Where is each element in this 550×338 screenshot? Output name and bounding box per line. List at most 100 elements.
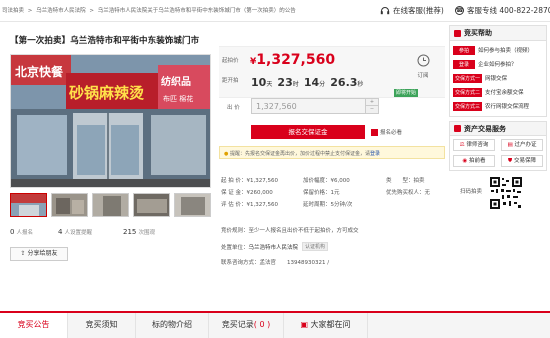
service-label: 过户办证: [514, 142, 537, 148]
param-key: 起 拍 价：: [221, 178, 247, 184]
notice-text: 提醒：先报名交保证金再出价，加价过程中禁止支付保证金，请: [229, 151, 370, 157]
param-value: ¥6,000: [330, 178, 350, 184]
param-key: 评 估 价：: [221, 202, 247, 208]
thumbnail[interactable]: [51, 193, 88, 217]
bid-rules: 竞价规则：至少一人报名且出价不低于起拍价，方可成交: [221, 228, 359, 234]
breadcrumb-link-court[interactable]: 乌兰浩特市人民法院: [36, 8, 86, 14]
param-value: 1元: [330, 190, 340, 196]
param-value: ¥1,327,560: [246, 202, 279, 208]
sign-right-1: 纺织品: [161, 75, 191, 88]
help-item[interactable]: 交保方式一 网银交保: [453, 71, 543, 85]
status-badge: 即将开始: [394, 89, 419, 97]
help-panel-header: 竞买帮助: [450, 26, 546, 41]
share-button[interactable]: ⇪ 分享给朋友: [10, 247, 68, 261]
tab-bid-record[interactable]: 竞买记录( 0 ): [209, 313, 284, 338]
asset-service-title: 资产交易服务: [464, 124, 506, 133]
views-label: 次围观: [138, 230, 155, 236]
help-panel: 竞买帮助 参拍 如何参与拍卖（视频） 登录 企业如何参拍？ 交保方式一 网银交保 交保…: [449, 25, 547, 117]
breadcrumb-link-auction[interactable]: 司法拍卖: [2, 8, 24, 14]
tab-announcement[interactable]: 竞买公告: [0, 313, 68, 338]
storefront-image: 北京快餐 砂锅麻辣烫 纺织品 布匹 棉花: [11, 55, 210, 187]
start-price: ¥1,327,560: [250, 49, 335, 68]
register-deposit-button[interactable]: 报名交保证金: [251, 125, 365, 139]
help-list: 参拍 如何参与拍卖（视频） 登录 企业如何参拍？ 交保方式一 网银交保 交保方式二 支付…: [450, 41, 546, 115]
help-tag: 交保方式二: [453, 87, 483, 97]
remind-button[interactable]: 订阅: [413, 52, 433, 79]
help-link[interactable]: 企业如何参拍？: [478, 60, 517, 68]
param-value: 5分钟/次: [330, 202, 353, 208]
help-item[interactable]: 交保方式二 支付宝余额交保: [453, 85, 543, 99]
help-link[interactable]: 农行网银交保流程: [485, 102, 529, 110]
page-title: 【第一次拍卖】乌兰浩特市和平街中东装饰城门市: [10, 36, 200, 46]
param-key: 优先购买权人：: [386, 190, 425, 196]
disposal-unit-value[interactable]: 乌兰浩特市人民法院: [249, 243, 299, 251]
increase-icon[interactable]: +: [366, 99, 378, 106]
countdown-unit: 秒: [357, 81, 364, 88]
countdown-hours: 23: [277, 76, 293, 89]
thumbnail-strip: [10, 193, 211, 217]
login-link[interactable]: 登录: [370, 151, 380, 157]
book-icon: [371, 128, 378, 136]
online-service-link[interactable]: 在线客服(推荐): [380, 5, 444, 16]
countdown-label: 距开拍: [222, 78, 239, 84]
online-service-label: 在线客服(推荐): [393, 6, 444, 15]
help-link[interactable]: 网银交保: [485, 74, 507, 82]
service-label: 拍前看: [469, 158, 486, 164]
bid-record-count: ( 0 ): [253, 320, 271, 329]
contact-info: 联系咨询方式：孟法官 13948930321 /: [221, 260, 330, 266]
help-item[interactable]: 交保方式三 农行网银交保流程: [453, 99, 543, 113]
start-price-label: 起拍价: [222, 58, 239, 64]
countdown: 10天 23时 14分 26.3秒: [251, 71, 363, 90]
param-value: 拍卖: [413, 178, 425, 184]
param-increment: 加价幅度：¥6,000: [303, 175, 352, 187]
help-item[interactable]: 参拍 如何参与拍卖（视频）: [453, 43, 543, 57]
preview-button[interactable]: ◉ 拍前看: [453, 155, 495, 167]
help-item[interactable]: 登录 企业如何参拍？: [453, 57, 543, 71]
param-reserve: 保留价格：1元: [303, 187, 352, 199]
tab-faq[interactable]: ▣ 大家都在问: [284, 313, 368, 338]
bid-stepper[interactable]: + −: [366, 98, 379, 114]
remind-label: 订阅: [417, 73, 429, 79]
service-grid: ⚖ 律师咨询 ▤ 过户办证 ◉ 拍前看 ⛊ 交易保障: [450, 136, 546, 170]
countdown-unit: 天: [266, 81, 273, 88]
main-photo[interactable]: 北京快餐 砂锅麻辣烫 纺织品 布匹 棉花: [10, 54, 211, 188]
thumbnail[interactable]: [92, 193, 129, 217]
service-label: 律师咨询: [466, 142, 489, 148]
tab-bid-record-label: 竞买记录: [221, 320, 254, 329]
breadcrumb-current: 乌兰浩特市人民法院关于乌兰浩特市和平街中东装饰城门市（第一次拍卖）的公告: [97, 8, 296, 14]
registered-count: 0: [10, 228, 15, 236]
lawyer-consult-button[interactable]: ⚖ 律师咨询: [453, 139, 495, 151]
param-deposit: 保 证 金：¥260,000: [221, 187, 278, 199]
reminders-label: 人设置提醒: [64, 230, 93, 236]
thumbnail[interactable]: [133, 193, 170, 217]
guarantee-button[interactable]: ⛊ 交易保障: [501, 155, 543, 167]
phone-icon: ☎: [455, 6, 464, 15]
param-value: ¥1,327,560: [246, 178, 279, 184]
bid-label: 出 价: [227, 105, 240, 111]
breadcrumb-separator: >: [27, 8, 33, 14]
param-delay: 延时周期：5分钟/次: [303, 199, 352, 211]
detail-tabs: 竞买公告 竞买须知 标的物介绍 竞买记录( 0 ) ▣ 大家都在问: [0, 311, 550, 338]
param-key: 延时周期：: [303, 202, 331, 208]
enroll-guide-link[interactable]: 报名必看: [371, 128, 402, 136]
decrease-icon[interactable]: −: [366, 106, 378, 113]
help-link[interactable]: 如何参与拍卖（视频）: [478, 46, 533, 54]
countdown-seconds: 26.3: [330, 76, 358, 89]
stats-row: 0 人报名 4 人设置提醒 215 次围观: [10, 228, 155, 236]
registered-label: 人报名: [16, 230, 34, 236]
param-key: 保 证 金：: [221, 190, 247, 196]
bid-input[interactable]: 1,327,560: [251, 98, 366, 114]
help-link[interactable]: 支付宝余额交保: [485, 88, 524, 96]
stat-reminders: 4 人设置提醒: [58, 228, 123, 236]
help-tag: 交保方式一: [453, 73, 483, 83]
tab-item-intro[interactable]: 标的物介绍: [136, 313, 209, 338]
tab-notice[interactable]: 竞买须知: [68, 313, 136, 338]
countdown-minutes: 14: [303, 76, 320, 89]
params-col-3: 类 型：拍卖 优先购买权人：无: [386, 175, 430, 199]
transfer-button[interactable]: ▤ 过户办证: [501, 139, 543, 151]
scan-label: 扫码拍卖: [460, 189, 483, 195]
enroll-guide-label: 报名必看: [380, 130, 403, 136]
disposal-unit: 处置单位： 乌兰浩特市人民法院 认证机构: [221, 242, 329, 251]
thumbnail[interactable]: [10, 193, 47, 217]
thumbnail[interactable]: [174, 193, 211, 217]
